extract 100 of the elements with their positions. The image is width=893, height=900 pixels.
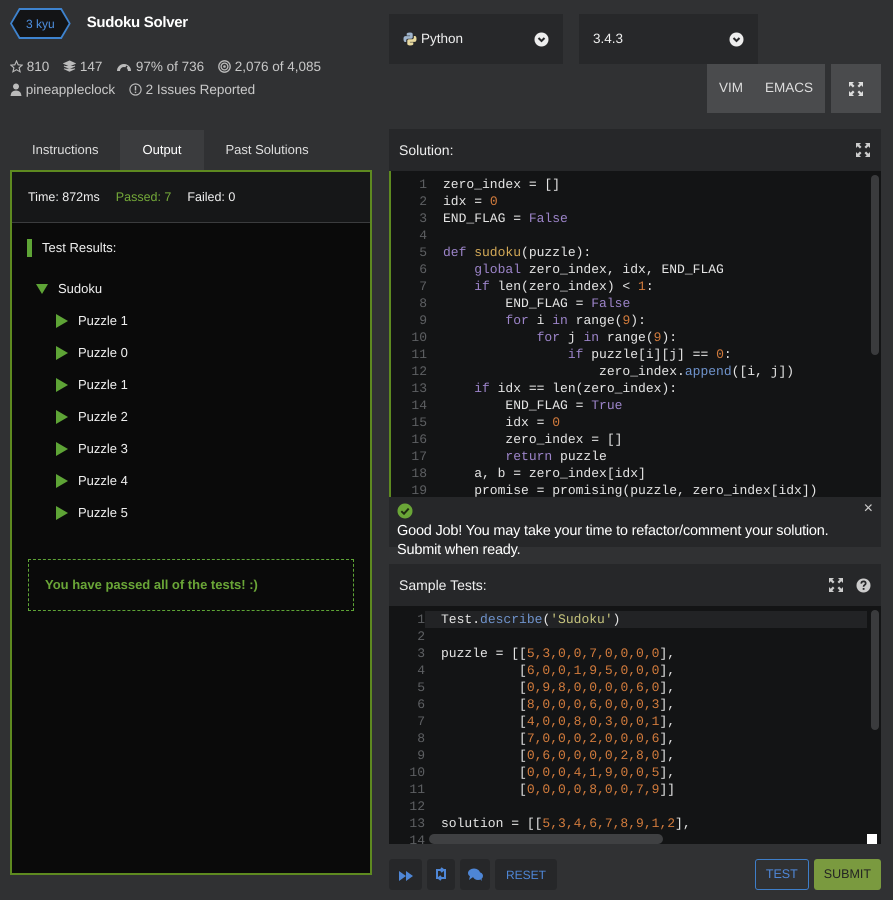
expand-icon[interactable]	[828, 577, 844, 593]
line-number: 7	[418, 278, 427, 295]
line-number: 5	[418, 244, 427, 261]
version-select[interactable]: 3.4.3	[579, 14, 758, 64]
test-label[interactable]: Puzzle 4	[78, 471, 128, 491]
line-number: 8	[418, 295, 427, 312]
rank-badge: 3 kyu	[10, 8, 71, 39]
target-icon	[218, 60, 231, 73]
tab[interactable]: Output	[120, 130, 204, 170]
caret-right-icon[interactable]	[56, 410, 68, 424]
stat-text: 2,076 of 4,085	[234, 59, 322, 74]
summary-text: Failed: 0	[187, 188, 236, 206]
tab[interactable]: Past Solutions	[204, 130, 331, 170]
line-number: 8	[416, 730, 425, 747]
test-label[interactable]: Puzzle 1	[78, 311, 128, 331]
code-line: [6,0,0,1,9,5,0,0,0],	[518, 662, 676, 679]
code-line: def sudoku(puzzle):	[442, 244, 592, 261]
line-number: 11	[408, 781, 425, 798]
code-line: idx = 0	[504, 414, 562, 431]
test-button[interactable]: TEST	[754, 859, 809, 890]
language-select[interactable]: Python	[389, 14, 563, 64]
code-line: promise = promising(puzzle, zero_index[idx])	[473, 482, 818, 497]
line-number: 17	[410, 448, 427, 465]
close-button[interactable]: ×	[864, 501, 873, 517]
caret-right-icon[interactable]	[56, 506, 68, 520]
code-line: zero_index = []	[442, 176, 562, 193]
line-number: 9	[418, 312, 427, 329]
expand-icon[interactable]	[855, 142, 871, 158]
code-line: [4,0,0,8,0,3,0,0,1],	[518, 713, 676, 730]
line-number: 10	[410, 329, 427, 346]
line-number: 14	[408, 832, 425, 844]
scrollbar[interactable]	[871, 610, 879, 730]
panel-header: Solution:	[389, 129, 881, 171]
success-message: You have passed all of the tests! :)	[28, 559, 354, 611]
tab[interactable]: Instructions	[10, 130, 120, 170]
scrollbar[interactable]	[871, 175, 879, 355]
check-circle-icon	[397, 503, 413, 519]
author-link[interactable]: pineappleclock	[26, 82, 116, 97]
caret-right-icon[interactable]	[56, 314, 68, 328]
test-label[interactable]: Sudoku	[58, 279, 102, 299]
star-icon	[10, 60, 23, 73]
line-number: 9	[416, 747, 425, 764]
results-heading: Test Results:	[27, 239, 370, 257]
test-label[interactable]: Puzzle 5	[78, 503, 128, 523]
line-number: 13	[410, 380, 427, 397]
scrollbar[interactable]	[429, 834, 663, 844]
line-number: 1	[416, 611, 425, 628]
code-editor[interactable]	[389, 171, 881, 497]
comment-button[interactable]	[460, 859, 490, 890]
line-number: 7	[416, 713, 425, 730]
code-line: if idx == len(zero_index):	[473, 380, 678, 397]
code-line: zero_index = []	[504, 431, 624, 448]
expand-icon[interactable]	[848, 80, 864, 96]
code-line: idx = 0	[442, 193, 499, 210]
line-number: 14	[410, 397, 427, 414]
caret-right-icon[interactable]	[56, 378, 68, 392]
user-icon	[10, 83, 22, 96]
code-line: for i in range(9):	[504, 312, 647, 329]
scroll-corner	[867, 834, 877, 844]
comments-icon	[468, 868, 482, 880]
code-line: return puzzle	[504, 448, 608, 465]
test-label[interactable]: Puzzle 2	[78, 407, 128, 427]
line-number: 10	[408, 764, 425, 781]
layers-icon	[63, 60, 76, 73]
caret-down-icon[interactable]	[36, 284, 48, 294]
code-editor[interactable]	[389, 606, 881, 844]
line-number: 18	[410, 465, 427, 482]
test-label[interactable]: Puzzle 0	[78, 343, 128, 363]
line-number: 12	[408, 798, 425, 815]
line-number: 4	[416, 662, 425, 679]
code-line: a, b = zero_index[idx]	[473, 465, 647, 482]
help-icon[interactable]	[856, 578, 871, 592]
stat-text: 810	[26, 59, 50, 74]
code-line: global zero_index, idx, END_FLAG	[473, 261, 725, 278]
line-number: 3	[418, 210, 427, 227]
stat-text: 147	[80, 59, 102, 74]
stat-text: 97% of 736	[136, 59, 204, 74]
alert-message: Good Job! You may take your time to refactor/comment your solution. Submit when ready.	[397, 522, 830, 560]
caret-right-icon[interactable]	[56, 474, 68, 488]
caret-right-icon[interactable]	[56, 442, 68, 456]
code-line: solution = [[5,3,4,6,7,8,9,1,2],	[440, 815, 692, 832]
line-number: 15	[410, 414, 427, 431]
line-number: 11	[410, 346, 427, 363]
reset-button[interactable]: RESET	[495, 859, 558, 890]
fullscreen-button[interactable]	[831, 64, 881, 113]
caret-right-icon[interactable]	[56, 346, 68, 360]
chevron-icon	[729, 32, 744, 46]
line-number: 2	[416, 628, 425, 645]
kata-title: Sudoku Solver	[86, 13, 188, 34]
submit-button[interactable]: SUBMIT	[814, 859, 881, 890]
refresh-button[interactable]	[427, 859, 455, 890]
fast-forward-button[interactable]	[389, 859, 422, 890]
code-line: zero_index.append([i, j])	[598, 363, 796, 380]
code-line: [8,0,0,0,6,0,0,0,3],	[518, 696, 676, 713]
test-label[interactable]: Puzzle 3	[78, 439, 128, 459]
python-icon	[403, 32, 417, 46]
line-number: 2	[418, 193, 427, 210]
line-number: 16	[410, 431, 427, 448]
stat-text[interactable]: 2 Issues Reported	[146, 82, 256, 97]
test-label[interactable]: Puzzle 1	[78, 375, 128, 395]
